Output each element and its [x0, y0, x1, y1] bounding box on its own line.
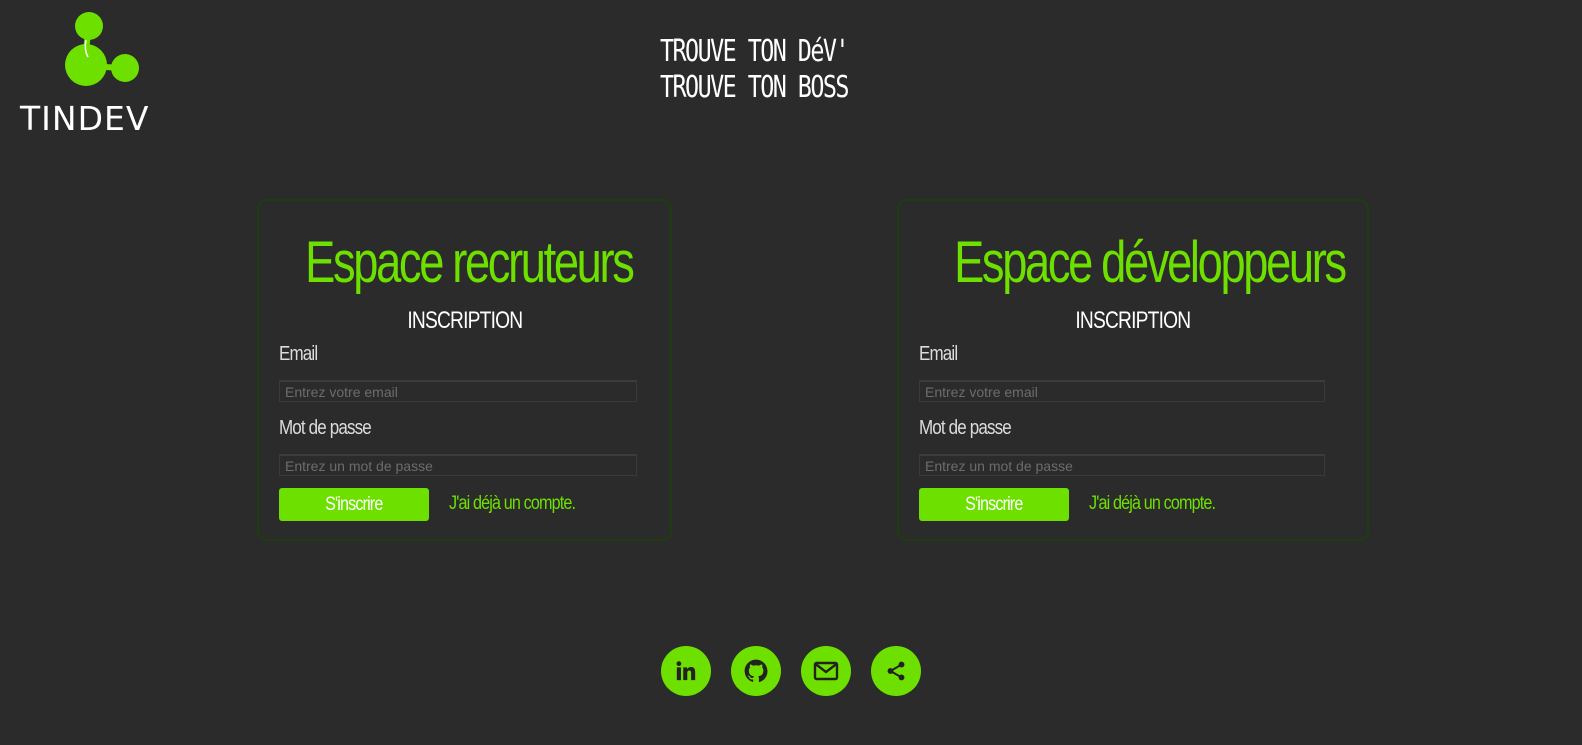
logo-text: TINDEV: [20, 99, 150, 138]
recruiter-password-label: Mot de passe: [279, 417, 372, 439]
email-link[interactable]: [801, 646, 851, 696]
tagline: TROUVE TON DéV' TROUVE TON BOSS: [660, 34, 849, 106]
github-icon: [744, 659, 768, 683]
recruiter-signup-card: Espace recruteurs INSCRIPTION Email Mot …: [257, 199, 672, 541]
recruiter-login-link[interactable]: J'ai déjà un compte.: [449, 493, 597, 515]
recruiter-email-label: Email: [279, 343, 318, 365]
share-icon: [887, 661, 905, 681]
developer-signup-card: Espace développeurs INSCRIPTION Email Mo…: [897, 199, 1369, 541]
developer-email-input[interactable]: [919, 380, 1325, 402]
developer-password-label: Mot de passe: [919, 417, 1012, 439]
developer-signup-button[interactable]: S'inscrire: [919, 488, 1069, 521]
developer-email-label: Email: [919, 343, 958, 365]
recruiter-signup-button[interactable]: S'inscrire: [279, 488, 429, 521]
share-link[interactable]: [871, 646, 921, 696]
recruiter-email-input[interactable]: [279, 380, 637, 402]
recruiter-password-input[interactable]: [279, 454, 637, 476]
recruiter-card-subtitle: INSCRIPTION: [407, 307, 523, 334]
linkedin-icon: [676, 661, 696, 681]
linkedin-link[interactable]: [661, 646, 711, 696]
mail-icon: [813, 661, 839, 681]
page: TINDEV TROUVE TON DéV' TROUVE TON BOSS E…: [0, 0, 1582, 745]
developer-password-input[interactable]: [919, 454, 1325, 476]
recruiter-card-title: Espace recruteurs: [305, 230, 635, 295]
tagline-line-2: TROUVE TON BOSS: [660, 70, 849, 105]
social-links: [661, 646, 921, 696]
tagline-line-1: TROUVE TON DéV': [660, 34, 849, 69]
logo-molecule-icon: [65, 12, 139, 86]
github-link[interactable]: [731, 646, 781, 696]
developer-card-title: Espace développeurs: [954, 230, 1347, 295]
developer-login-link[interactable]: J'ai déjà un compte.: [1089, 493, 1237, 515]
logo[interactable]: TINDEV: [18, 10, 178, 136]
developer-card-subtitle: INSCRIPTION: [1075, 307, 1192, 334]
